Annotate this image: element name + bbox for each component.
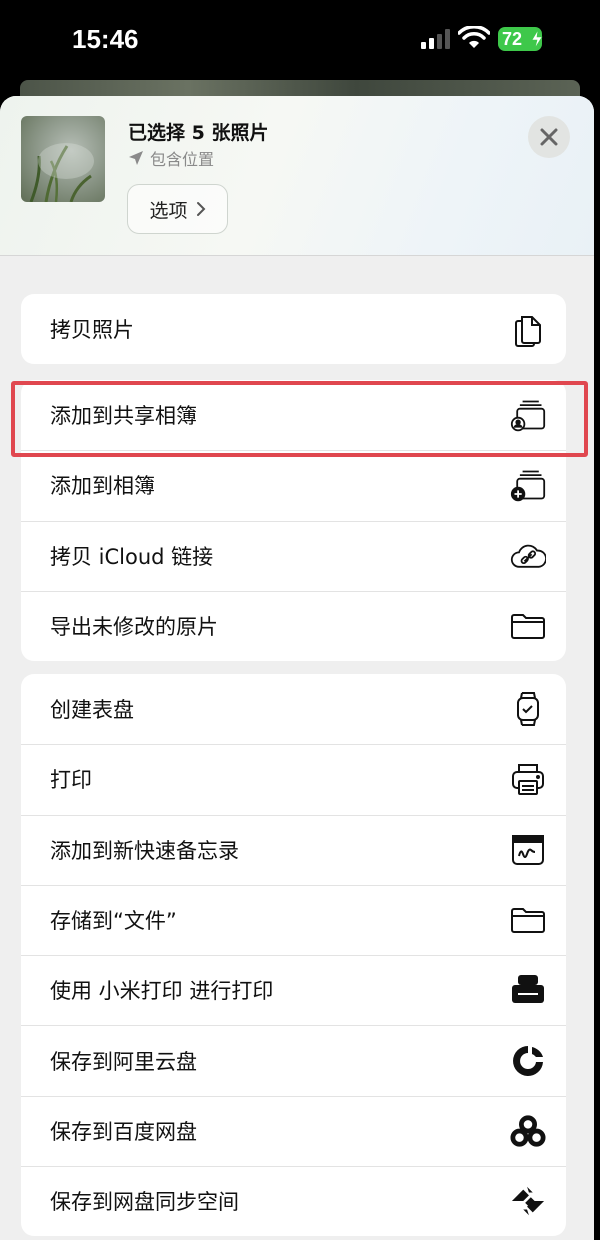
photo-thumbnail: [21, 116, 105, 202]
location-arrow-icon: [129, 151, 143, 165]
cellular-signal-icon: [421, 29, 450, 49]
options-label: 选项: [149, 199, 188, 222]
chevron-right-icon: [196, 202, 205, 216]
action-xiaomi-print[interactable]: 使用 小米打印 进行打印: [21, 955, 566, 1025]
action-group-other: 创建表盘 打印 添加到新快速备忘录 存储到“文件” 使用 小米打印 进行打印 保…: [21, 674, 566, 1237]
action-label: 保存到阿里云盘: [50, 1049, 197, 1074]
action-save-to-baidu-netdisk[interactable]: 保存到百度网盘: [21, 1095, 566, 1166]
sync-space-icon: [510, 1183, 546, 1219]
options-button[interactable]: 选项: [127, 184, 228, 234]
action-copy-icloud-link[interactable]: 拷贝 iCloud 链接: [21, 520, 566, 591]
icloud-link-icon: [510, 538, 546, 574]
shared-album-icon: [510, 397, 546, 433]
action-label: 保存到网盘同步空间: [50, 1190, 239, 1215]
battery-indicator: 72: [498, 27, 543, 51]
xiaomi-print-icon: [510, 972, 546, 1008]
action-create-watch-face[interactable]: 创建表盘: [21, 674, 566, 744]
action-add-to-album[interactable]: 添加到相簿: [21, 450, 566, 520]
action-label: 添加到新快速备忘录: [50, 838, 239, 863]
selection-title: 已选择 5 张照片: [128, 122, 269, 144]
share-sheet-header: 已选择 5 张照片 包含位置 选项: [0, 96, 594, 256]
location-row: 包含位置: [128, 146, 214, 170]
action-group-album: 添加到共享相簿 添加到相簿 拷贝 iCloud 链接 导出未修改的原片: [21, 380, 566, 662]
share-sheet: 已选择 5 张照片 包含位置 选项 拷贝照片 添加到共享相簿 添加到相簿 拷贝 …: [0, 96, 594, 1240]
action-export-unmodified-original[interactable]: 导出未修改的原片: [21, 590, 566, 661]
action-label: 使用 小米打印 进行打印: [50, 979, 274, 1004]
action-label: 存储到“文件”: [50, 909, 177, 934]
action-label: 添加到相簿: [50, 474, 155, 499]
action-print[interactable]: 打印: [21, 744, 566, 814]
copy-icon: [510, 311, 546, 348]
action-label: 导出未修改的原片: [50, 615, 218, 640]
action-group-copy: 拷贝照片: [21, 294, 566, 365]
close-icon: [540, 128, 558, 146]
baidu-netdisk-icon: [510, 1113, 546, 1149]
action-copy-photos[interactable]: 拷贝照片: [21, 294, 566, 364]
action-save-to-sync-space[interactable]: 保存到网盘同步空间: [21, 1166, 566, 1236]
action-save-to-aliyun-drive[interactable]: 保存到阿里云盘: [21, 1025, 566, 1095]
aliyun-drive-icon: [510, 1043, 546, 1079]
battery-level: 72: [502, 28, 523, 49]
close-button[interactable]: [528, 116, 570, 158]
action-save-to-files[interactable]: 存储到“文件”: [21, 884, 566, 955]
folder-icon: [510, 902, 546, 938]
action-label: 拷贝照片: [50, 318, 134, 343]
location-label: 包含位置: [150, 150, 215, 169]
action-label: 拷贝 iCloud 链接: [50, 544, 214, 569]
action-label: 打印: [50, 768, 92, 793]
status-bar: 15:46 72: [0, 0, 600, 80]
quick-note-icon: [510, 832, 546, 868]
folder-icon: [510, 608, 546, 644]
thumbnail-image: [29, 143, 94, 202]
action-add-to-shared-album[interactable]: 添加到共享相簿: [21, 380, 566, 450]
action-label: 保存到百度网盘: [50, 1119, 197, 1144]
action-label: 添加到共享相簿: [50, 404, 197, 429]
wifi-icon: [458, 26, 490, 48]
watch-icon: [510, 691, 546, 727]
charging-bolt-icon: [531, 30, 543, 48]
status-time: 15:46: [72, 24, 139, 54]
action-add-to-quick-note[interactable]: 添加到新快速备忘录: [21, 814, 566, 885]
add-album-icon: [510, 467, 546, 503]
action-label: 创建表盘: [50, 698, 134, 723]
printer-icon: [510, 761, 546, 797]
